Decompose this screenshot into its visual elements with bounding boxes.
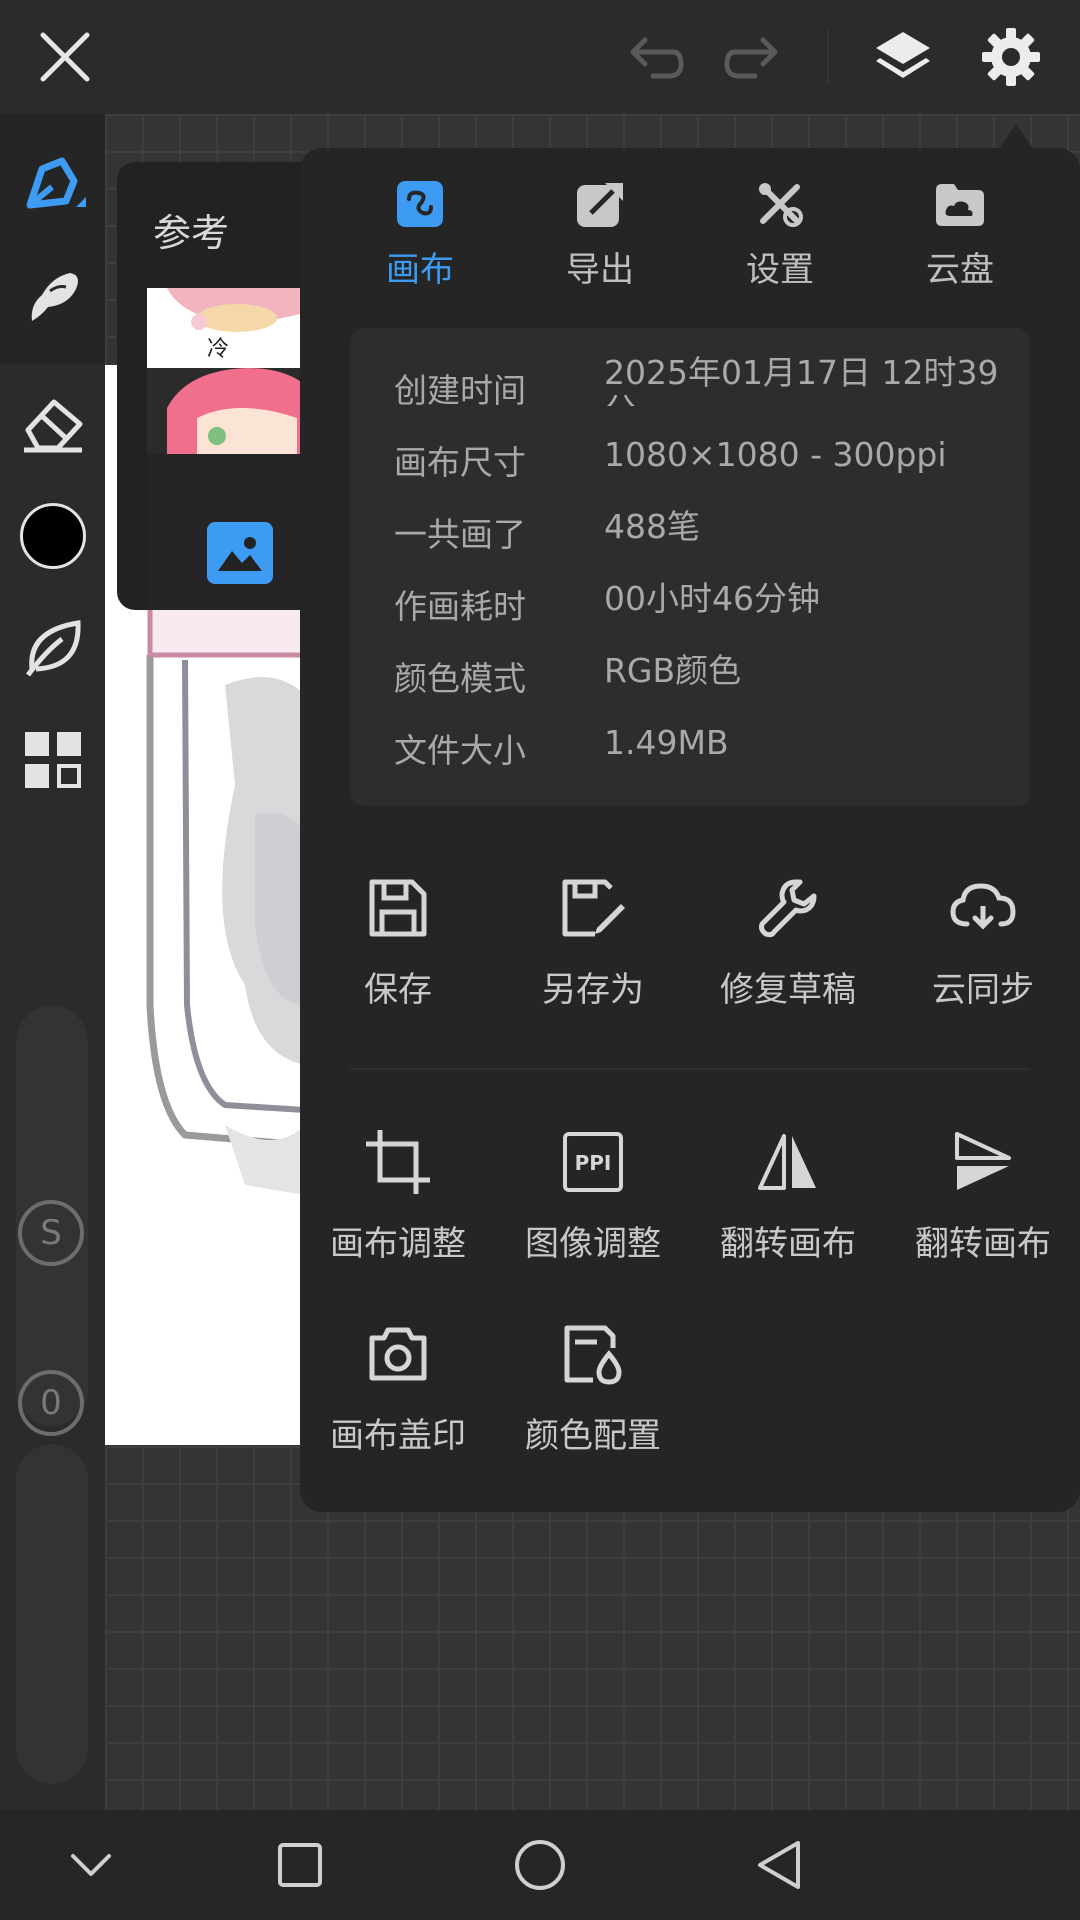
canvas-stamp-button[interactable]: 画布盖印: [300, 1318, 496, 1468]
actions-divider: [350, 1068, 1030, 1070]
smudge-icon[interactable]: [0, 246, 105, 346]
back-icon[interactable]: [725, 1810, 835, 1920]
close-icon[interactable]: [30, 22, 100, 92]
info-key: 颜色模式: [394, 659, 526, 698]
flip-canvas-horizontal-label: 翻转画布: [720, 1224, 856, 1264]
popup-tabs: 画布 导出 设置 云盘: [300, 178, 1080, 308]
repair-draft-label: 修复草稿: [720, 970, 856, 1010]
info-row-file-size: 文件大小 1.49MB: [350, 714, 1030, 774]
svg-text:PPI: PPI: [575, 1151, 612, 1175]
camera-icon: [362, 1318, 434, 1390]
cloud-sync-label: 云同步: [932, 970, 1034, 1010]
canvas-tab-icon: [394, 178, 446, 230]
layers-icon[interactable]: [866, 20, 940, 94]
info-key: 作画耗时: [394, 587, 526, 626]
image-icon[interactable]: [207, 522, 273, 584]
info-key: 画布尺寸: [394, 443, 526, 482]
leaf-icon[interactable]: [0, 598, 105, 698]
tab-cloud[interactable]: 云盘: [890, 178, 1030, 308]
info-key: 文件大小: [394, 731, 526, 770]
tools-icon: [754, 178, 806, 230]
save-as-label: 另存为: [542, 970, 644, 1010]
cloud-sync-icon: [947, 872, 1019, 944]
tab-cloud-label: 云盘: [926, 250, 994, 290]
gear-icon[interactable]: [974, 20, 1048, 94]
color-profile-icon: [557, 1318, 629, 1390]
image-adjust-label: 图像调整: [525, 1224, 661, 1264]
tab-canvas-label: 画布: [386, 250, 454, 290]
flip-horizontal-icon: [752, 1126, 824, 1198]
size-badge: S: [18, 1200, 84, 1266]
repair-draft-button[interactable]: 修复草稿: [690, 872, 886, 1022]
info-value: RGB颜色: [604, 652, 742, 690]
system-nav-bar: [0, 1810, 1080, 1920]
opacity-slider[interactable]: [16, 1444, 88, 1784]
info-key: 创建时间: [394, 371, 526, 410]
tab-settings-label: 设置: [746, 250, 814, 290]
color-profile-button[interactable]: 颜色配置: [495, 1318, 691, 1468]
canvas-stamp-label: 画布盖印: [330, 1416, 466, 1456]
undo-icon[interactable]: [620, 22, 690, 92]
tab-canvas[interactable]: 画布: [350, 178, 490, 308]
svg-text:冷: 冷: [207, 337, 229, 362]
pen-icon[interactable]: [0, 136, 105, 236]
save-icon: [362, 872, 434, 944]
info-row-strokes: 一共画了 488笔: [350, 498, 1030, 558]
opacity-badge: 0: [18, 1370, 84, 1436]
left-toolbar: S 0: [0, 114, 105, 1810]
info-value: 00小时46分钟: [604, 580, 820, 618]
save-button[interactable]: 保存: [300, 872, 496, 1022]
opacity-badge-label: 0: [40, 1383, 62, 1423]
color-profile-label: 颜色配置: [525, 1416, 661, 1456]
flip-canvas-horizontal-button[interactable]: 翻转画布: [690, 1126, 886, 1276]
size-badge-label: S: [40, 1213, 62, 1253]
color-swatch[interactable]: [0, 486, 105, 586]
top-bar: [0, 0, 1080, 114]
export-icon: [574, 178, 626, 230]
reference-title: 参考: [153, 211, 230, 255]
home-icon[interactable]: [485, 1810, 595, 1920]
info-value: 1.49MB: [604, 724, 729, 762]
tab-export[interactable]: 导出: [530, 178, 670, 308]
canvas-info-card: 创建时间 2025年01月17日 12时39分 画布尺寸 1080×1080 -…: [350, 328, 1030, 806]
redo-icon[interactable]: [718, 22, 788, 92]
canvas-adjust-button[interactable]: 画布调整: [300, 1126, 496, 1276]
info-key: 一共画了: [394, 515, 526, 554]
flip-canvas-vertical-label: 翻转画布: [915, 1224, 1051, 1264]
reference-panel[interactable]: 参考 冷: [117, 162, 317, 610]
image-adjust-button[interactable]: PPI 图像调整: [495, 1126, 691, 1276]
tab-export-label: 导出: [566, 250, 634, 290]
eraser-icon[interactable]: [0, 374, 105, 474]
cloud-sync-button[interactable]: 云同步: [885, 872, 1080, 1022]
ppi-icon: PPI: [557, 1126, 629, 1198]
canvas-adjust-label: 画布调整: [330, 1224, 466, 1264]
save-as-icon: [557, 872, 629, 944]
info-row-time: 作画耗时 00小时46分钟: [350, 570, 1030, 630]
info-row-created: 创建时间 2025年01月17日 12时39分: [350, 354, 1030, 414]
flip-vertical-icon: [947, 1126, 1019, 1198]
crop-icon: [362, 1126, 434, 1198]
canvas-settings-popup: 画布 导出 设置 云盘 创建时间 2025年01月17日 12时39 画布尺寸 …: [300, 148, 1080, 1512]
collapse-icon[interactable]: [36, 1810, 146, 1920]
save-label: 保存: [364, 970, 432, 1010]
recents-icon[interactable]: [245, 1810, 355, 1920]
wrench-icon: [752, 872, 824, 944]
info-row-size: 画布尺寸 1080×1080 - 300ppi: [350, 426, 1030, 486]
save-as-button[interactable]: 另存为: [495, 872, 691, 1022]
info-row-color-mode: 颜色模式 RGB颜色: [350, 642, 1030, 702]
info-value: 1080×1080 - 300ppi: [604, 436, 947, 474]
flip-canvas-vertical-button[interactable]: 翻转画布: [885, 1126, 1080, 1276]
info-value: 2025年01月17日 12时39分: [604, 354, 999, 406]
tab-settings[interactable]: 设置: [710, 178, 850, 308]
popup-arrow: [998, 124, 1034, 150]
toolbar-divider: [827, 30, 829, 84]
grid-icon[interactable]: [0, 710, 105, 810]
app-root: S 0 参考 冷 画布 导出 设置 云盘 创建时间 2025年01月17日 12…: [0, 0, 1080, 1920]
info-value: 488笔: [604, 508, 700, 546]
cloud-folder-icon: [934, 178, 986, 230]
